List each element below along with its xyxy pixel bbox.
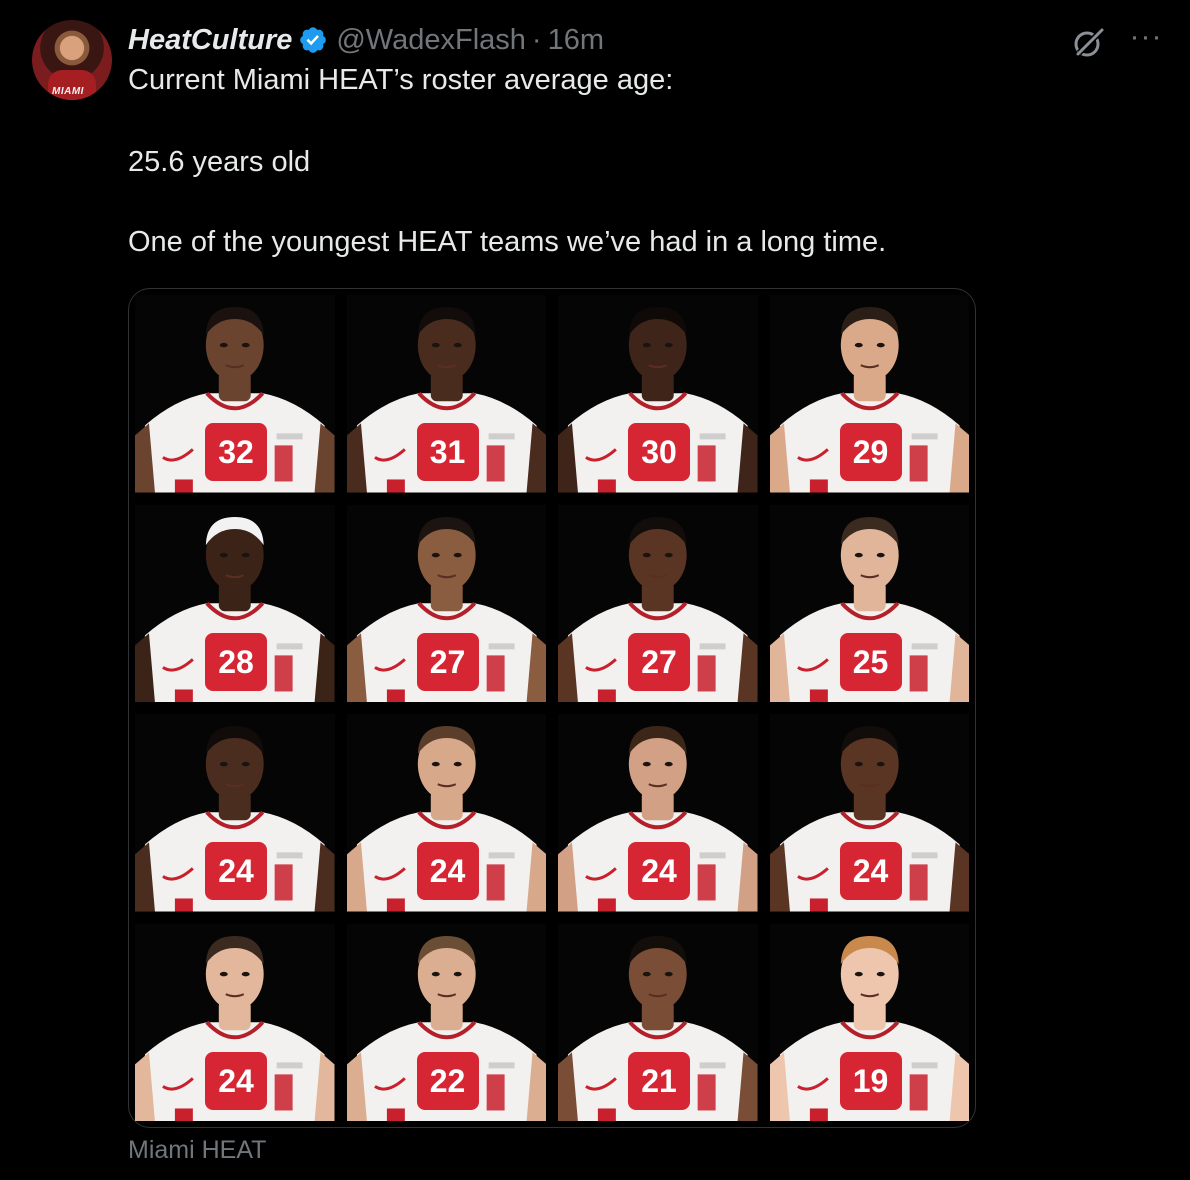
player-card: 29 — [769, 295, 969, 493]
player-age-badge: 24 — [416, 842, 479, 900]
author-avatar[interactable]: MIAMI — [32, 20, 112, 100]
player-age-badge: 30 — [628, 423, 690, 481]
player-age-badge: 24 — [839, 842, 902, 900]
player-card: 30 — [558, 295, 758, 493]
player-age-badge: 19 — [839, 1051, 902, 1110]
verified-badge-icon[interactable] — [298, 25, 328, 55]
grok-icon[interactable] — [1072, 26, 1106, 60]
tweet-text-line-1: Current Miami HEAT’s roster average age: — [128, 64, 674, 96]
player-age-badge: 25 — [839, 632, 902, 691]
tweet-timestamp[interactable]: 16m — [548, 24, 604, 57]
separator-dot: · — [531, 23, 542, 56]
avatar-jersey-text: MIAMI — [52, 86, 84, 97]
player-age-badge: 21 — [628, 1051, 690, 1110]
player-card: 21 — [558, 923, 758, 1121]
player-card: 28 — [135, 504, 335, 702]
player-card: 22 — [346, 923, 546, 1121]
tweet-card: MIAMI HeatCulture @WadexFlash · 16m ··· … — [0, 0, 1190, 1180]
player-grid: 32 31 30 29 28 27 27 25 24 24 24 24 24 22 21 19 — [135, 295, 969, 1121]
player-card: 24 — [135, 714, 335, 912]
player-card: 24 — [769, 714, 969, 912]
player-card: 32 — [135, 295, 335, 493]
author-display-name[interactable]: HeatCulture — [128, 24, 292, 57]
player-age-badge: 27 — [628, 632, 690, 691]
player-age-badge: 31 — [416, 423, 479, 481]
more-options-icon[interactable]: ··· — [1126, 22, 1166, 58]
player-age-badge: 24 — [628, 842, 690, 900]
player-card: 27 — [346, 504, 546, 702]
media-caption: Miami HEAT — [128, 1136, 267, 1164]
player-card: 31 — [346, 295, 546, 493]
player-age-badge: 22 — [416, 1051, 479, 1110]
tweet-text-line-2: 25.6 years old — [128, 146, 311, 178]
player-card: 25 — [769, 504, 969, 702]
player-card: 24 — [558, 714, 758, 912]
player-card: 24 — [135, 923, 335, 1121]
player-age-badge: 27 — [416, 632, 479, 691]
tweet-media-image[interactable]: 32 31 30 29 28 27 27 25 24 24 24 24 24 22 21 19 — [128, 288, 976, 1128]
player-card: 27 — [558, 504, 758, 702]
tweet-text-line-3: One of the youngest HEAT teams we’ve had… — [128, 226, 887, 258]
player-card: 24 — [346, 714, 546, 912]
player-age-badge: 24 — [205, 1051, 267, 1110]
player-card: 19 — [769, 923, 969, 1121]
tweet-header: HeatCulture @WadexFlash · 16m — [128, 22, 604, 58]
player-age-badge: 32 — [205, 423, 267, 481]
player-age-badge: 29 — [839, 423, 902, 481]
player-age-badge: 28 — [205, 632, 267, 691]
player-age-badge: 24 — [205, 842, 267, 900]
author-handle[interactable]: @WadexFlash — [336, 24, 526, 57]
